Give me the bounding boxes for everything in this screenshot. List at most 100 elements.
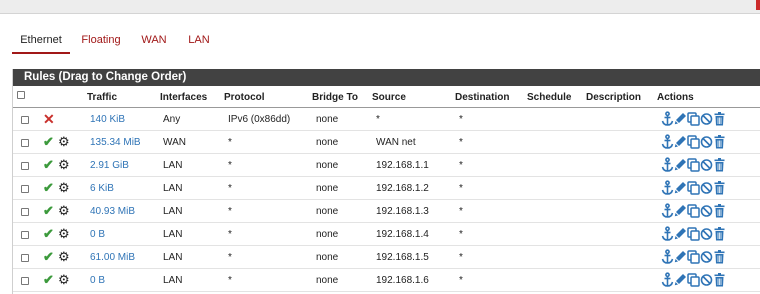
- disable-icon[interactable]: [700, 249, 713, 265]
- header-interfaces[interactable]: Interfaces: [160, 92, 207, 103]
- trash-icon[interactable]: [713, 134, 726, 150]
- anchor-icon[interactable]: [661, 249, 674, 265]
- row-checkbox[interactable]: [21, 139, 29, 147]
- row-checkbox[interactable]: [21, 185, 29, 193]
- interfaces-cell: WAN: [163, 137, 186, 148]
- table-row[interactable]: ✔ ⚙ 40.93 MiB LAN * none 192.168.1.3 *: [13, 200, 760, 223]
- anchor-icon[interactable]: [661, 157, 674, 173]
- header-bridge-to[interactable]: Bridge To: [312, 92, 358, 103]
- tab-floating[interactable]: Floating: [80, 30, 122, 54]
- pencil-icon[interactable]: [674, 203, 687, 219]
- table-row[interactable]: ✔ ⚙ 6 KiB LAN * none 192.168.1.2 *: [13, 177, 760, 200]
- interfaces-cell: LAN: [163, 275, 183, 286]
- gear-icon[interactable]: ⚙: [58, 157, 70, 173]
- copy-icon[interactable]: [687, 134, 700, 150]
- traffic-link[interactable]: 6 KiB: [90, 183, 114, 194]
- select-all-checkbox[interactable]: [17, 91, 25, 99]
- anchor-icon[interactable]: [661, 134, 674, 150]
- row-checkbox[interactable]: [21, 231, 29, 239]
- trash-icon[interactable]: [713, 157, 726, 173]
- anchor-icon[interactable]: [661, 180, 674, 196]
- pencil-icon[interactable]: [674, 157, 687, 173]
- disable-icon[interactable]: [700, 180, 713, 196]
- pencil-icon[interactable]: [674, 134, 687, 150]
- gear-icon[interactable]: ⚙: [58, 249, 70, 265]
- pencil-icon[interactable]: [674, 226, 687, 242]
- copy-icon[interactable]: [687, 203, 700, 219]
- traffic-link[interactable]: 61.00 MiB: [90, 252, 135, 263]
- disable-icon[interactable]: [700, 111, 713, 127]
- row-checkbox[interactable]: [21, 162, 29, 170]
- pencil-icon[interactable]: [674, 272, 687, 288]
- disable-icon[interactable]: [700, 134, 713, 150]
- trash-icon[interactable]: [713, 180, 726, 196]
- header-description[interactable]: Description: [586, 92, 641, 103]
- copy-icon[interactable]: [687, 272, 700, 288]
- row-checkbox[interactable]: [21, 208, 29, 216]
- copy-icon[interactable]: [687, 111, 700, 127]
- header-destination[interactable]: Destination: [455, 92, 509, 103]
- row-checkbox[interactable]: [21, 277, 29, 285]
- row-checkbox[interactable]: [21, 116, 29, 124]
- tab-ethernet[interactable]: Ethernet: [12, 30, 70, 54]
- gear-icon[interactable]: ⚙: [58, 203, 70, 219]
- disable-icon[interactable]: [700, 157, 713, 173]
- bridge-to-cell: none: [316, 229, 339, 240]
- row-actions: [661, 180, 731, 196]
- rule-status: ✔ ⚙: [43, 226, 70, 242]
- x-icon[interactable]: ✕: [43, 111, 55, 127]
- copy-icon[interactable]: [687, 180, 700, 196]
- trash-icon[interactable]: [713, 226, 726, 242]
- header-source[interactable]: Source: [372, 92, 406, 103]
- tab-wan[interactable]: WAN: [140, 30, 168, 54]
- checkmark-icon[interactable]: ✔: [43, 272, 54, 288]
- disable-icon[interactable]: [700, 226, 713, 242]
- source-cell: 192.168.1.2: [376, 183, 429, 194]
- copy-icon[interactable]: [687, 157, 700, 173]
- traffic-link[interactable]: 2.91 GiB: [90, 160, 129, 171]
- copy-icon[interactable]: [687, 249, 700, 265]
- table-row[interactable]: ✔ ⚙ 0 B LAN * none 192.168.1.4 *: [13, 223, 760, 246]
- trash-icon[interactable]: [713, 111, 726, 127]
- disable-icon[interactable]: [700, 203, 713, 219]
- tab-lan[interactable]: LAN: [186, 30, 212, 54]
- pencil-icon[interactable]: [674, 111, 687, 127]
- checkmark-icon[interactable]: ✔: [43, 134, 54, 150]
- gear-icon[interactable]: ⚙: [58, 226, 70, 242]
- bridge-to-cell: none: [316, 160, 339, 171]
- rules-table-body: ✕ 140 KiB Any IPv6 (0x86dd) none * * ✔ ⚙…: [13, 108, 760, 292]
- traffic-link[interactable]: 0 B: [90, 275, 105, 286]
- anchor-icon[interactable]: [661, 111, 674, 127]
- traffic-link[interactable]: 40.93 MiB: [90, 206, 135, 217]
- trash-icon[interactable]: [713, 203, 726, 219]
- row-checkbox[interactable]: [21, 254, 29, 262]
- gear-icon[interactable]: ⚙: [58, 134, 70, 150]
- traffic-link[interactable]: 135.34 MiB: [90, 137, 141, 148]
- trash-icon[interactable]: [713, 272, 726, 288]
- anchor-icon[interactable]: [661, 226, 674, 242]
- checkmark-icon[interactable]: ✔: [43, 157, 54, 173]
- gear-icon[interactable]: ⚙: [58, 272, 70, 288]
- checkmark-icon[interactable]: ✔: [43, 203, 54, 219]
- table-row[interactable]: ✔ ⚙ 0 B LAN * none 192.168.1.6 *: [13, 269, 760, 292]
- pencil-icon[interactable]: [674, 249, 687, 265]
- checkmark-icon[interactable]: ✔: [43, 249, 54, 265]
- checkmark-icon[interactable]: ✔: [43, 180, 54, 196]
- gear-icon[interactable]: ⚙: [58, 180, 70, 196]
- header-protocol[interactable]: Protocol: [224, 92, 265, 103]
- table-row[interactable]: ✔ ⚙ 2.91 GiB LAN * none 192.168.1.1 *: [13, 154, 760, 177]
- copy-icon[interactable]: [687, 226, 700, 242]
- header-schedule[interactable]: Schedule: [527, 92, 571, 103]
- disable-icon[interactable]: [700, 272, 713, 288]
- traffic-link[interactable]: 140 KiB: [90, 114, 125, 125]
- trash-icon[interactable]: [713, 249, 726, 265]
- table-row[interactable]: ✔ ⚙ 135.34 MiB WAN * none WAN net *: [13, 131, 760, 154]
- table-row[interactable]: ✕ 140 KiB Any IPv6 (0x86dd) none * *: [13, 108, 760, 131]
- anchor-icon[interactable]: [661, 272, 674, 288]
- pencil-icon[interactable]: [674, 180, 687, 196]
- anchor-icon[interactable]: [661, 203, 674, 219]
- traffic-link[interactable]: 0 B: [90, 229, 105, 240]
- header-traffic[interactable]: Traffic: [87, 92, 117, 103]
- checkmark-icon[interactable]: ✔: [43, 226, 54, 242]
- table-row[interactable]: ✔ ⚙ 61.00 MiB LAN * none 192.168.1.5 *: [13, 246, 760, 269]
